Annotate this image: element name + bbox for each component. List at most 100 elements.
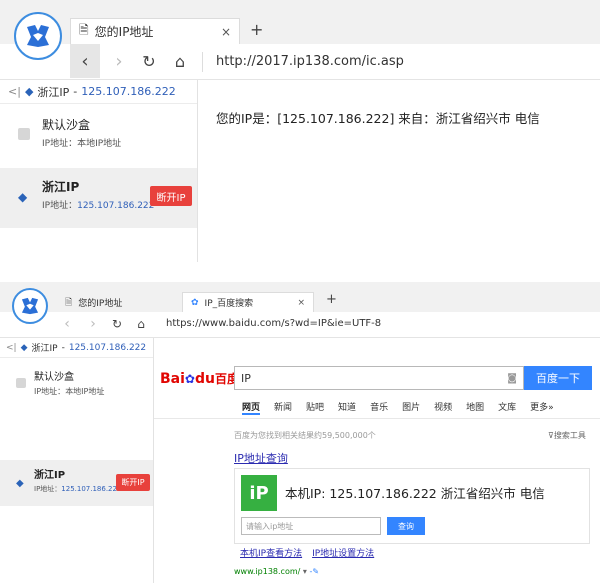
back-button[interactable]: ‹ <box>58 312 76 336</box>
home-icon[interactable]: ⌂ <box>168 44 192 78</box>
help-links: 本机IP查看方法 IP地址设置方法 <box>240 546 374 559</box>
sandbox-subtitle: IP地址：本地IP地址 <box>42 136 121 149</box>
dropdown-arrow-icon[interactable]: ▾ <box>303 567 307 576</box>
baidu-search-button[interactable]: 百度一下 <box>524 366 592 390</box>
nav-wenku[interactable]: 文库 <box>498 400 516 415</box>
nav-zhidao[interactable]: 知道 <box>338 400 356 415</box>
close-icon[interactable]: × <box>297 298 305 308</box>
sandbox-item-default[interactable]: 默认沙盒 IP地址：本地IP地址 <box>0 362 153 406</box>
query-text: IP <box>241 371 251 385</box>
ip-badge-icon: iP <box>241 475 277 511</box>
browser-logo-icon <box>14 12 62 60</box>
page-icon: 🗎 <box>65 297 73 308</box>
back-button[interactable]: ‹ <box>70 44 100 78</box>
sub-label: IP地址： <box>42 139 78 149</box>
link-ip-settings[interactable]: IP地址设置方法 <box>312 546 374 559</box>
result-title-link[interactable]: IP地址查询 <box>234 450 288 466</box>
sub-label: IP地址： <box>34 485 62 493</box>
nav-web[interactable]: 网页 <box>242 400 261 415</box>
nav-map[interactable]: 地图 <box>466 400 484 415</box>
disconnect-ip-button[interactable]: 断开IP <box>150 186 192 206</box>
logo-text-bai: Bai <box>160 370 185 387</box>
refresh-icon[interactable]: ↻ <box>108 312 126 336</box>
home-icon[interactable]: ⌂ <box>132 312 150 336</box>
new-tab-button[interactable]: + <box>250 20 263 39</box>
sub-label: IP地址： <box>42 201 78 211</box>
header-label: 浙江IP <box>31 344 58 354</box>
sandbox-icon <box>18 128 30 140</box>
cube-icon: ◆ <box>18 190 28 204</box>
sub-label: IP地址： <box>34 387 66 396</box>
nav-more[interactable]: 更多» <box>530 400 554 415</box>
paw-icon: ✿ <box>184 371 195 386</box>
nav-bar: ‹ › ↻ ⌂ https://www.baidu.com/s?wd=IP&ie… <box>0 312 600 338</box>
nav-images[interactable]: 图片 <box>402 400 420 415</box>
site-url: www.ip138.com/ ▾ -✎ <box>234 567 319 576</box>
logo-text-du: du <box>194 370 215 387</box>
new-tab-button[interactable]: + <box>326 292 337 307</box>
cube-icon: ◆ <box>24 85 34 98</box>
nav-news[interactable]: 新闻 <box>274 400 292 415</box>
baidu-logo[interactable]: Bai ✿ du 百度 <box>160 370 239 387</box>
address-bar[interactable]: http://2017.ip138.com/ic.asp <box>216 54 404 69</box>
collapse-icon[interactable]: <| <box>6 343 17 353</box>
refresh-icon[interactable]: ↻ <box>138 44 160 78</box>
nav-music[interactable]: 音乐 <box>370 400 388 415</box>
tab-strip: 🗎 您的IP地址 ✿ IP_百度搜索 × + <box>0 282 600 324</box>
tab-baidu-search[interactable]: ✿ IP_百度搜索 × <box>182 292 314 312</box>
sub-value: 本地IP地址 <box>65 387 105 396</box>
sandbox-item-zhejiang[interactable]: ◆ 浙江IP IP地址：125.107.186.222 断开IP <box>0 168 197 228</box>
baidu-search-input[interactable]: IP ◙ <box>234 366 524 390</box>
header-ip: 125.107.186.222 <box>68 342 147 353</box>
header-label: 浙江IP <box>37 85 70 99</box>
link-local-ip[interactable]: 本机IP查看方法 <box>240 546 302 559</box>
sub-value: 125.107.186.222 <box>61 485 122 493</box>
tab-strip: 🗎 您的IP地址 × + <box>0 0 600 60</box>
site-url-text: www.ip138.com/ <box>234 567 301 576</box>
tab-ip-address[interactable]: 🗎 您的IP地址 × <box>70 18 240 44</box>
zhejiang-subtitle: IP地址：125.107.186.222 <box>42 198 154 211</box>
search-tools[interactable]: ⊽搜索工具 <box>548 430 586 441</box>
zhejiang-subtitle: IP地址：125.107.186.222 <box>34 484 121 494</box>
ip-query-button[interactable]: 查询 <box>387 517 425 535</box>
sandbox-item-default[interactable]: 默认沙盒 IP地址：本地IP地址 <box>0 108 197 160</box>
sandbox-title: 默认沙盒 <box>42 118 91 132</box>
tab-title: IP_百度搜索 <box>204 299 254 309</box>
panel-header: <| ◆ 浙江IP - 125.107.186.222 <box>0 338 153 358</box>
sandbox-title: 默认沙盒 <box>34 372 74 383</box>
header-ip: 125.107.186.222 <box>81 85 176 98</box>
baidu-category-nav: 网页 新闻 贴吧 知道 音乐 图片 视频 地图 文库 更多» <box>242 400 554 415</box>
close-icon[interactable]: × <box>221 25 231 39</box>
disconnect-ip-button[interactable]: 断开IP <box>116 474 150 491</box>
search-tools-label: 搜索工具 <box>553 431 586 440</box>
ip-line: 本机IP: 125.107.186.222 浙江省绍兴市 电信 <box>285 486 545 501</box>
nav-video[interactable]: 视频 <box>434 400 452 415</box>
tab-title: 您的IP地址 <box>94 25 154 39</box>
address-bar[interactable]: https://www.baidu.com/s?wd=IP&ie=UTF-8 <box>166 318 381 329</box>
paw-icon: ✿ <box>191 297 199 308</box>
collapse-icon[interactable]: <| <box>8 85 21 98</box>
header-separator: - <box>73 85 78 98</box>
forward-button[interactable]: › <box>108 44 130 78</box>
sandbox-subtitle: IP地址：本地IP地址 <box>34 386 104 397</box>
camera-icon[interactable]: ◙ <box>507 373 517 384</box>
zhejiang-title: 浙江IP <box>42 180 80 194</box>
sandbox-panel: <| ◆ 浙江IP - 125.107.186.222 默认沙盒 IP地址：本地… <box>0 80 198 262</box>
tab-ip-address[interactable]: 🗎 您的IP地址 <box>56 292 180 312</box>
ip-query-input[interactable]: 请输入ip地址 <box>241 517 381 535</box>
ip-result-card: iP 本机IP: 125.107.186.222 浙江省绍兴市 电信 请输入ip… <box>234 468 590 544</box>
result-count: 百度为您找到相关结果约59,500,000个 <box>234 431 376 440</box>
cube-icon: ◆ <box>16 478 24 489</box>
nav-tieba[interactable]: 贴吧 <box>306 400 324 415</box>
ip-result-text: 您的IP是：[125.107.186.222] 来自：浙江省绍兴市 电信 <box>216 111 540 126</box>
cube-icon: ◆ <box>20 342 28 353</box>
sub-value: 125.107.186.222 <box>77 201 155 211</box>
screenshot-baidu: 🗎 您的IP地址 ✿ IP_百度搜索 × + ‹ › ↻ ⌂ https://w… <box>0 282 600 583</box>
browser-logo-icon <box>12 288 48 324</box>
nav-divider <box>154 418 600 419</box>
panel-header: <| ◆ 浙江IP - 125.107.186.222 <box>0 80 197 104</box>
share-icon[interactable]: -✎ <box>309 567 319 576</box>
sandbox-item-zhejiang[interactable]: ◆ 浙江IP IP地址：125.107.186.222 断开IP <box>0 460 153 506</box>
sub-value: 本地IP地址 <box>77 139 122 149</box>
forward-button[interactable]: › <box>84 312 102 336</box>
